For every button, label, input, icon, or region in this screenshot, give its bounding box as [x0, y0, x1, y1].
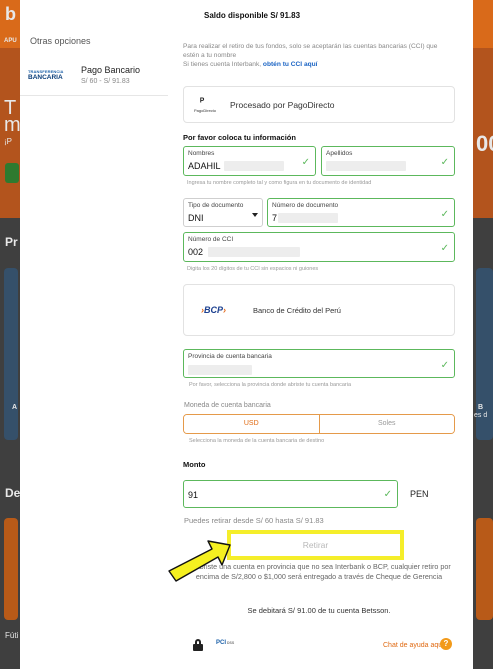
- sport-card-left: [4, 518, 18, 620]
- info-line-1: Para realizar el retiro de tus fondos, s…: [183, 43, 438, 59]
- available-balance: Saldo disponible S/ 91.83: [204, 11, 301, 20]
- currency-option-soles[interactable]: Soles: [318, 415, 454, 433]
- promo-card-left: [4, 268, 18, 440]
- province-hint: Por favor, selecciona la provincia donde…: [189, 382, 352, 388]
- form-title: Por favor coloca tu información: [183, 133, 296, 142]
- currency-option-usd[interactable]: USD: [184, 415, 319, 433]
- promo-card-label-a: A: [12, 404, 18, 411]
- chevron-down-icon: [252, 213, 258, 217]
- amount-title: Monto: [183, 460, 206, 469]
- first-name-label: Nombres: [188, 150, 215, 157]
- footer-text: Fúti: [5, 631, 19, 640]
- withdraw-modal: Saldo disponible S/ 91.83 Otras opciones…: [20, 0, 473, 669]
- province-select[interactable]: Provincia de cuenta bancaria ✓: [183, 349, 455, 378]
- hero-number: 00: [476, 131, 493, 156]
- document-type-value: DNI: [188, 213, 204, 223]
- last-name-label: Apellidos: [326, 150, 353, 157]
- redacted-text: [188, 365, 252, 375]
- hero-button: [5, 163, 19, 183]
- document-type-label: Tipo de documento: [188, 202, 244, 209]
- info-text: Para realizar el retiro de tus fondos, s…: [183, 42, 455, 69]
- bcp-logo-text: BCP: [204, 305, 224, 315]
- document-number-value: 7: [272, 213, 278, 223]
- brand-logo: b: [5, 4, 16, 24]
- modal-footer: PCIDSS Chat de ayuda aquí ?: [183, 637, 455, 657]
- withdraw-button[interactable]: Retirar: [227, 530, 404, 560]
- payment-methods-panel: Otras opciones TRANSFERENCIA BANCARIA Pa…: [20, 32, 168, 669]
- valid-check-icon: ✓: [440, 157, 449, 168]
- currency-toggle: USD Soles: [183, 414, 455, 434]
- document-type-select[interactable]: Tipo de documento DNI: [183, 198, 263, 227]
- pci-sub-label: DSS: [227, 641, 235, 645]
- help-chat-link[interactable]: Chat de ayuda aquí: [383, 642, 444, 649]
- redacted-text: [208, 247, 300, 257]
- debit-summary: Se debitará S/ 91.00 de tu cuenta Betsso…: [247, 606, 391, 615]
- payment-method-bank-transfer[interactable]: TRANSFERENCIA BANCARIA Pago Bancario S/ …: [20, 56, 168, 96]
- document-number-field[interactable]: Número de documento 7 ✓: [267, 198, 455, 227]
- modal-header: Saldo disponible S/ 91.83: [20, 0, 473, 32]
- redacted-text: [278, 213, 338, 223]
- bank-transfer-logo: TRANSFERENCIA BANCARIA: [28, 69, 68, 83]
- valid-check-icon: ✓: [440, 360, 449, 371]
- redacted-text: [224, 161, 284, 171]
- first-name-value: ADAHIL: [188, 161, 221, 171]
- info-line-2: Si tienes cuenta Interbank,: [183, 61, 262, 68]
- document-number-label: Número de documento: [272, 202, 339, 209]
- get-cci-link[interactable]: obtén tu CCI aquí: [263, 61, 318, 68]
- amount-value: 91: [188, 490, 199, 500]
- valid-check-icon: ✓: [440, 209, 449, 220]
- last-name-field[interactable]: Apellidos ✓: [321, 146, 455, 176]
- amount-limits: Puedes retirar desde S/ 60 hasta S/ 91.8…: [184, 516, 324, 525]
- other-options-label: Otras opciones: [30, 36, 91, 46]
- help-icon[interactable]: ?: [440, 638, 452, 650]
- pagodirecto-logo-text: PagoDirecto: [194, 108, 217, 113]
- names-hint: Ingresa tu nombre completo tal y como fi…: [187, 180, 372, 186]
- currency-label: Moneda de cuenta bancaria: [184, 402, 271, 409]
- currency-hint: Selecciona la moneda de la cuenta bancar…: [189, 438, 325, 444]
- bcp-logo: ›BCP›: [201, 305, 227, 315]
- first-name-field[interactable]: Nombres ADAHIL ✓: [183, 146, 316, 176]
- cci-hint: Digita los 20 dígitos de tu CCI sin espa…: [187, 266, 319, 272]
- payment-method-name: Pago Bancario: [81, 65, 141, 75]
- nav-item: APU: [4, 38, 17, 44]
- hero-text-3: ¡P: [4, 137, 12, 146]
- province-label: Provincia de cuenta bancaria: [188, 353, 272, 360]
- valid-check-icon: ✓: [383, 489, 392, 500]
- annotation-arrow-icon: [168, 540, 231, 582]
- amount-input[interactable]: 91 ✓: [183, 480, 398, 508]
- bank-name: Banco de Crédito del Perú: [253, 306, 341, 315]
- section-heading-2: De: [5, 486, 21, 500]
- lock-icon: [193, 639, 203, 651]
- hero-text-2: m: [4, 114, 21, 136]
- processor-card: ᴾ PagoDirecto Procesado por PagoDirecto: [183, 86, 455, 123]
- sport-card-right: [476, 518, 493, 620]
- cci-value: 002: [188, 247, 204, 257]
- promo-card-text: es d: [474, 412, 488, 419]
- cci-number-field[interactable]: Número de CCI 002 ✓: [183, 232, 455, 262]
- payment-method-range: S/ 60 - S/ 91.83: [81, 78, 130, 85]
- pci-label: PCI: [216, 640, 227, 646]
- pci-dss-icon: PCIDSS: [216, 640, 234, 646]
- promo-card-label-b: B: [478, 404, 484, 411]
- cci-label: Número de CCI: [188, 236, 234, 243]
- section-heading-1: Pr: [5, 235, 18, 249]
- bank-transfer-logo-bottom: BANCARIA: [28, 74, 63, 81]
- bank-card: ›BCP› Banco de Crédito del Perú: [183, 284, 455, 336]
- valid-check-icon: ✓: [301, 157, 310, 168]
- valid-check-icon: ✓: [440, 243, 449, 254]
- amount-currency: PEN: [410, 489, 429, 499]
- redacted-text: [326, 161, 406, 171]
- processor-label: Procesado por PagoDirecto: [230, 100, 335, 110]
- pagodirecto-logo: ᴾ PagoDirecto: [194, 97, 217, 113]
